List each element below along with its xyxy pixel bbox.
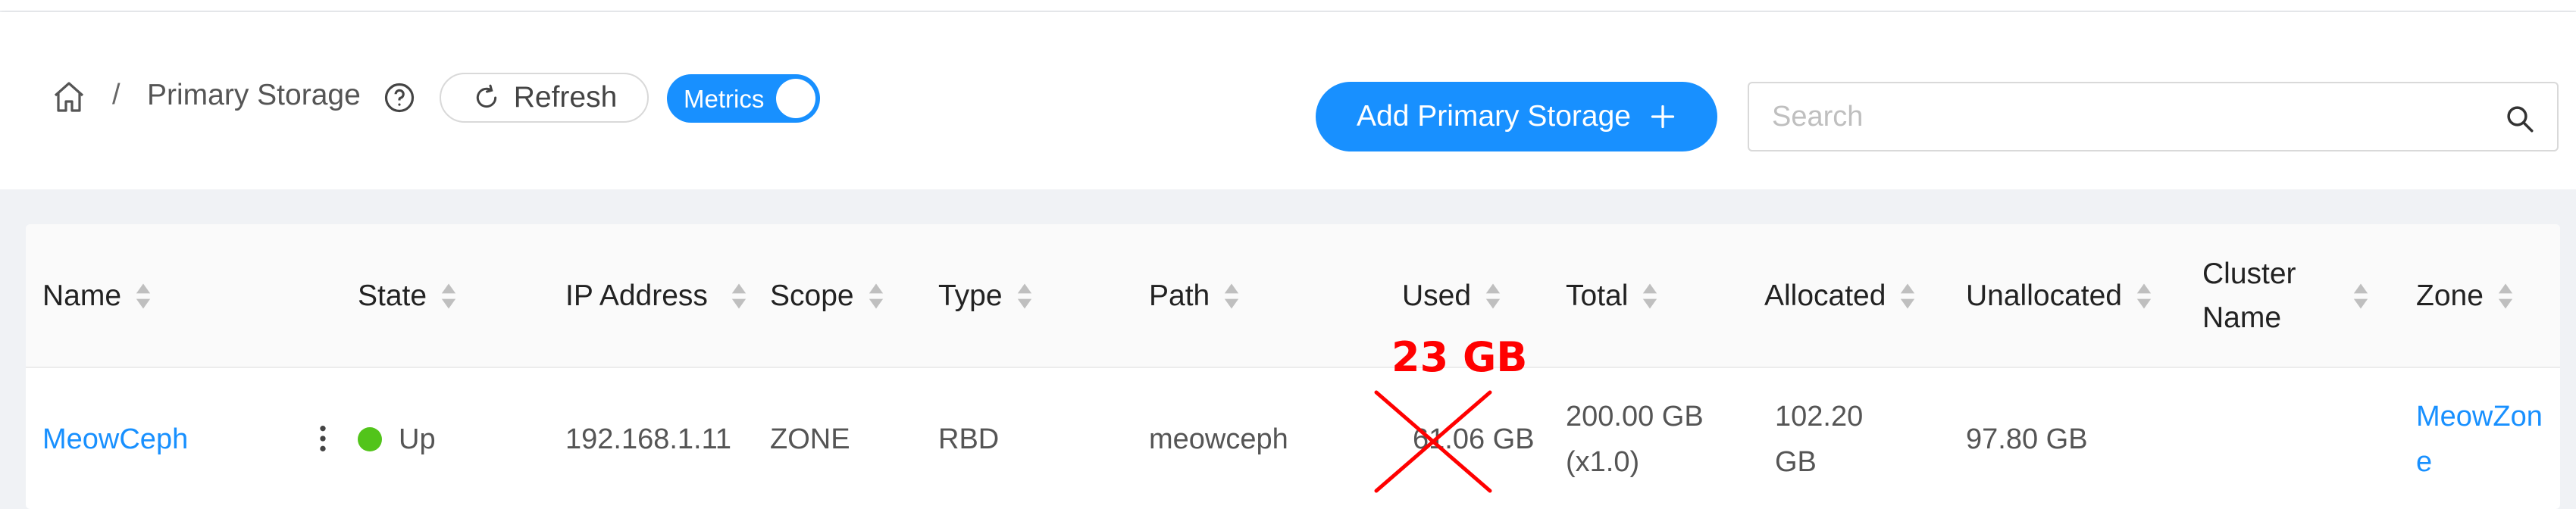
col-cluster-name[interactable]: Cluster Name <box>2202 224 2369 368</box>
col-type-label: Type <box>938 279 1003 312</box>
sort-icon[interactable] <box>2497 282 2514 311</box>
zone-link[interactable]: MeowZone <box>2416 370 2545 509</box>
col-unallocated[interactable]: Unallocated <box>1966 224 2152 368</box>
table-header: Name State IP Address Scope Type Path Us… <box>26 224 2560 368</box>
col-allocated[interactable]: Allocated <box>1764 224 1916 368</box>
col-allocated-label: Allocated <box>1764 279 1886 312</box>
col-type[interactable]: Type <box>938 224 1033 368</box>
col-path-label: Path <box>1149 279 1210 312</box>
reload-icon <box>476 84 496 108</box>
state-value: Up <box>399 423 436 455</box>
sort-icon[interactable] <box>440 282 457 311</box>
sort-icon[interactable] <box>1485 282 1501 311</box>
page-header: / Primary Storage Refresh Metrics Add Pr… <box>0 12 2576 189</box>
allocated-cell: 102.20 GB <box>1775 401 1864 478</box>
col-cluster-label: Cluster Name <box>2202 258 2296 334</box>
search-icon[interactable] <box>2504 103 2536 135</box>
page-title: Primary Storage <box>147 79 361 111</box>
add-primary-storage-label: Add Primary Storage <box>1357 100 1631 133</box>
table-row: MeowCeph Up 192.168.1.11 ZONE RBD meowce… <box>26 370 2560 509</box>
strikethrough-cross-icon <box>1374 390 1492 493</box>
path-cell: meowceph <box>1149 423 1288 455</box>
plus-icon <box>1651 105 1675 129</box>
refresh-button[interactable]: Refresh <box>440 73 649 123</box>
col-state-label: State <box>358 279 427 312</box>
metrics-toggle[interactable]: Metrics <box>667 74 820 123</box>
col-path[interactable]: Path <box>1149 224 1240 368</box>
more-vertical-icon <box>320 426 326 451</box>
sort-icon[interactable] <box>731 282 747 311</box>
col-state[interactable]: State <box>358 224 457 368</box>
col-ip-label: IP Address <box>565 279 708 312</box>
col-total-label: Total <box>1566 279 1629 312</box>
col-zone[interactable]: Zone <box>2416 224 2514 368</box>
sort-icon[interactable] <box>1899 282 1916 311</box>
home-icon[interactable] <box>50 79 88 115</box>
help-icon[interactable] <box>383 82 415 114</box>
top-bar <box>0 0 2576 11</box>
sort-icon[interactable] <box>1642 282 1658 311</box>
status-dot <box>358 427 382 451</box>
type-cell: RBD <box>938 423 1000 455</box>
annotation-label: 23 GB <box>1391 333 1528 381</box>
storage-table: Name State IP Address Scope Type Path Us… <box>26 224 2560 509</box>
sort-icon[interactable] <box>868 282 884 311</box>
search-box <box>1748 82 2559 151</box>
total-cell: 200.00 GB (x1.0) <box>1566 401 1704 478</box>
col-unallocated-label: Unallocated <box>1966 279 2122 312</box>
storage-name-link[interactable]: MeowCeph <box>42 370 188 509</box>
col-total[interactable]: Total <box>1566 224 1658 368</box>
col-name[interactable]: Name <box>42 224 152 368</box>
unallocated-cell: 97.80 GB <box>1966 423 2088 455</box>
search-input[interactable] <box>1772 97 2454 136</box>
sort-icon[interactable] <box>1016 282 1033 311</box>
sort-icon[interactable] <box>2136 282 2152 311</box>
breadcrumb-separator: / <box>112 79 121 111</box>
toggle-knob <box>776 79 815 118</box>
col-name-label: Name <box>42 279 122 312</box>
sort-icon[interactable] <box>2352 282 2369 311</box>
metrics-label: Metrics <box>684 85 765 113</box>
col-ip-address[interactable]: IP Address <box>565 224 747 368</box>
ip-cell: 192.168.1.11 <box>565 423 732 455</box>
col-scope[interactable]: Scope <box>770 224 884 368</box>
col-scope-label: Scope <box>770 279 854 312</box>
scope-cell: ZONE <box>770 423 850 455</box>
col-zone-label: Zone <box>2416 279 2484 312</box>
sort-icon[interactable] <box>1223 282 1240 311</box>
refresh-label: Refresh <box>513 81 618 114</box>
sort-icon[interactable] <box>135 282 152 311</box>
col-used-label: Used <box>1402 279 1472 312</box>
row-actions-button[interactable] <box>300 414 346 464</box>
add-primary-storage-button[interactable]: Add Primary Storage <box>1316 82 1717 151</box>
state-cell: Up <box>358 370 436 509</box>
